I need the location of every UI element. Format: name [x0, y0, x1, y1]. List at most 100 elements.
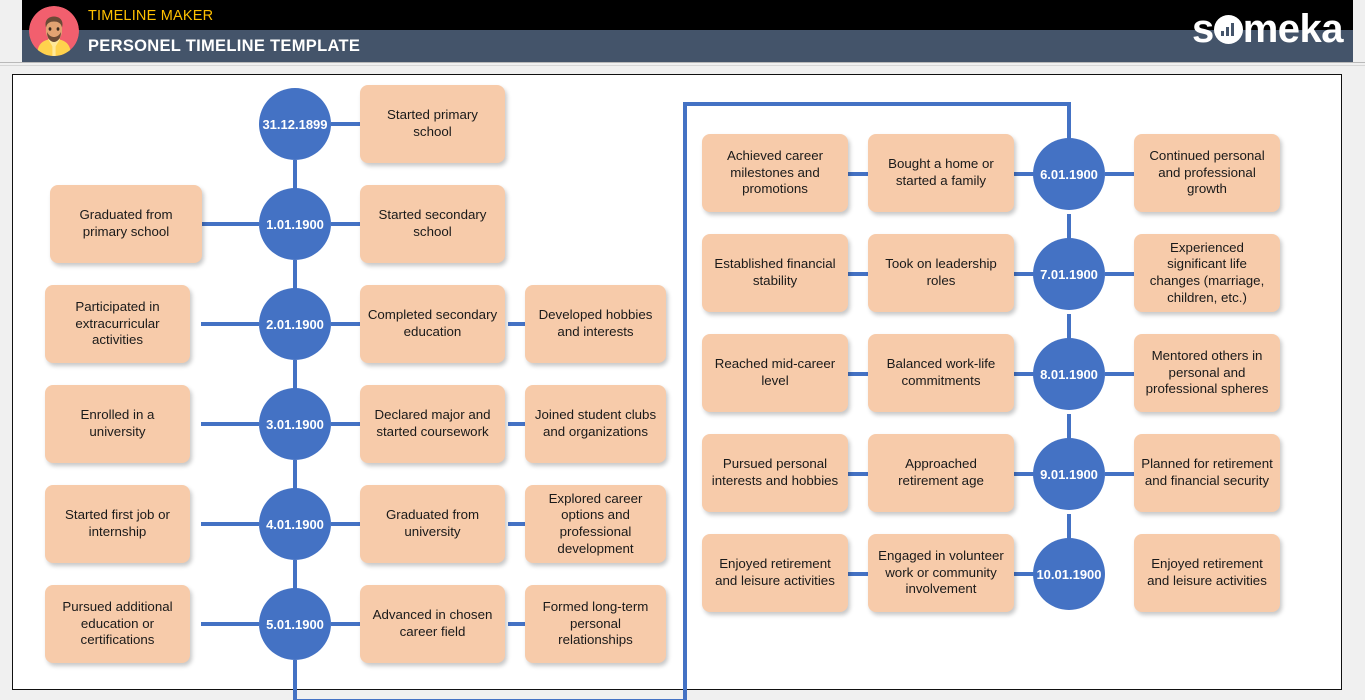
app-header: TIMELINE MAKER PERSONEL TIMELINE TEMPLAT… [0, 0, 1365, 62]
right-row-4-right-box[interactable]: Planned for retirement and financial sec… [1134, 434, 1280, 512]
timeline-node-1[interactable]: 31.12.1899 [259, 88, 331, 160]
brand-text-pre: s [1191, 7, 1214, 51]
brand-text-post: meka [1242, 7, 1344, 51]
right-row-3-left-box-2-text: Balanced work-life commitments [886, 356, 996, 388]
page-title: PERSONEL TIMELINE TEMPLATE [88, 37, 361, 55]
timeline-node-5[interactable]: 4.01.1900 [259, 488, 331, 560]
right-row-1-right-box-text: Continued personal and professional grow… [1149, 147, 1265, 197]
timeline-node-2-label: 1.01.1900 [266, 216, 324, 232]
left-row-2-right-box-1[interactable]: Started secondary school [360, 185, 505, 263]
right-row-1-left-box-2[interactable]: Bought a home or started a family [868, 134, 1014, 212]
right-row-2-right-box[interactable]: Experienced significant life changes (ma… [1134, 234, 1280, 312]
left-row-1-right-box-1-text: Started primary school [387, 107, 478, 139]
left-row-4-left-box-text: Enrolled in a university [80, 407, 155, 439]
left-row-2-right-box-1-text: Started secondary school [378, 207, 487, 239]
brand-chart-icon [1213, 14, 1243, 44]
right-row-3-left-box-2[interactable]: Balanced work-life commitments [868, 334, 1014, 412]
timeline-node-4[interactable]: 3.01.1900 [259, 388, 331, 460]
right-row-3-right-box-text: Mentored others in personal and professi… [1145, 347, 1269, 397]
bridge-vert-to-node6 [1067, 102, 1071, 142]
header-left-gap-bottom [0, 30, 22, 62]
timeline-node-1-label: 31.12.1899 [262, 116, 328, 132]
right-row-3-right-box[interactable]: Mentored others in personal and professi… [1134, 334, 1280, 412]
right-row-4-left-box-1[interactable]: Pursued personal interests and hobbies [702, 434, 848, 512]
left-row-1-right-box-1[interactable]: Started primary school [360, 85, 505, 163]
left-row-6-right-box-2[interactable]: Formed long-term personal relationships [525, 585, 666, 663]
timeline-node-6-label: 5.01.1900 [266, 616, 324, 632]
left-row-3-right-box-1-text: Completed secondary education [367, 307, 498, 339]
left-link-r6-left [201, 622, 259, 626]
timeline-node-11-label: 10.01.1900 [1036, 566, 1102, 582]
timeline-node-7-label: 6.01.1900 [1040, 166, 1098, 182]
left-row-6-right-box-1[interactable]: Advanced in chosen career field [360, 585, 505, 663]
right-row-1-left-box-1[interactable]: Achieved career milestones and promotion… [702, 134, 848, 212]
left-row-5-right-box-2[interactable]: Explored career options and professional… [525, 485, 666, 563]
right-link-r2-b [1012, 272, 1034, 276]
left-row-3-left-box-text: Participated in extracurricular activiti… [75, 298, 160, 348]
timeline-node-4-label: 3.01.1900 [266, 416, 324, 432]
timeline-node-7[interactable]: 6.01.1900 [1033, 138, 1105, 210]
header-kicker: TIMELINE MAKER [88, 8, 214, 24]
timeline-node-9-label: 8.01.1900 [1040, 366, 1098, 382]
right-row-5-right-box[interactable]: Enjoyed retirement and leisure activitie… [1134, 534, 1280, 612]
left-row-5-left-box[interactable]: Started first job or internship [45, 485, 190, 563]
right-row-5-left-box-2[interactable]: Engaged in volunteer work or community i… [868, 534, 1014, 612]
right-row-2-left-box-2[interactable]: Took on leadership roles [868, 234, 1014, 312]
right-row-1-left-box-2-text: Bought a home or started a family [888, 156, 994, 188]
left-row-5-right-box-1[interactable]: Graduated from university [360, 485, 505, 563]
user-avatar-icon [29, 6, 79, 56]
bridge-vert-left [293, 660, 297, 700]
left-row-3-left-box[interactable]: Participated in extracurricular activiti… [45, 285, 190, 363]
left-row-3-right-box-2[interactable]: Developed hobbies and interests [525, 285, 666, 363]
timeline-node-3-label: 2.01.1900 [266, 316, 324, 332]
left-row-2-left-box-text: Graduated from primary school [79, 207, 173, 239]
left-row-5-left-box-text: Started first job or internship [65, 507, 170, 539]
right-link-r3-b [1012, 372, 1034, 376]
timeline-node-6[interactable]: 5.01.1900 [259, 588, 331, 660]
timeline-canvas: 31.12.1899 Started primary school 1.01.1… [12, 74, 1342, 700]
right-row-3-left-box-1-text: Reached mid-career level [714, 356, 836, 388]
right-link-r4-c [1105, 472, 1135, 476]
right-link-r2-a [846, 272, 870, 276]
right-link-r3-a [846, 372, 870, 376]
left-row-4-right-box-2[interactable]: Joined student clubs and organizations [525, 385, 666, 463]
right-row-2-left-box-1-text: Established financial stability [714, 256, 836, 288]
right-row-2-left-box-1[interactable]: Established financial stability [702, 234, 848, 312]
left-row-3-right-box-2-text: Developed hobbies and interests [538, 307, 653, 339]
timeline-node-9[interactable]: 8.01.1900 [1033, 338, 1105, 410]
right-link-r5-a [846, 572, 870, 576]
right-row-2-right-box-text: Experienced significant life changes (ma… [1149, 239, 1265, 305]
right-link-r3-c [1105, 372, 1135, 376]
left-row-6-left-box-text: Pursued additional education or certific… [62, 598, 173, 648]
right-row-4-left-box-1-text: Pursued personal interests and hobbies [711, 456, 839, 488]
right-row-5-left-box-1[interactable]: Enjoyed retirement and leisure activitie… [702, 534, 848, 612]
right-row-1-right-box[interactable]: Continued personal and professional grow… [1134, 134, 1280, 212]
right-row-5-right-box-text: Enjoyed retirement and leisure activitie… [1147, 556, 1267, 588]
right-row-2-left-box-2-text: Took on leadership roles [885, 256, 997, 288]
header-divider [0, 62, 1365, 66]
bridge-vert-right [683, 102, 687, 700]
left-row-3-right-box-1[interactable]: Completed secondary education [360, 285, 505, 363]
left-row-4-right-box-1-text: Declared major and started coursework [374, 407, 491, 439]
right-row-4-left-box-2[interactable]: Approached retirement age [868, 434, 1014, 512]
right-row-1-left-box-1-text: Achieved career milestones and promotion… [726, 147, 824, 197]
left-link-r4-left [201, 422, 259, 426]
timeline-node-2[interactable]: 1.01.1900 [259, 188, 331, 260]
left-row-4-left-box[interactable]: Enrolled in a university [45, 385, 190, 463]
header-left-gap-top [0, 0, 22, 30]
timeline-node-10-label: 9.01.1900 [1040, 466, 1098, 482]
timeline-node-11[interactable]: 10.01.1900 [1033, 538, 1105, 610]
left-row-4-right-box-1[interactable]: Declared major and started coursework [360, 385, 505, 463]
left-row-2-left-box[interactable]: Graduated from primary school [50, 185, 202, 263]
right-row-4-right-box-text: Planned for retirement and financial sec… [1141, 456, 1273, 488]
timeline-node-3[interactable]: 2.01.1900 [259, 288, 331, 360]
right-link-r4-a [846, 472, 870, 476]
right-row-4-left-box-2-text: Approached retirement age [898, 456, 984, 488]
timeline-node-8[interactable]: 7.01.1900 [1033, 238, 1105, 310]
timeline-node-5-label: 4.01.1900 [266, 516, 324, 532]
right-row-3-left-box-1[interactable]: Reached mid-career level [702, 334, 848, 412]
timeline-node-10[interactable]: 9.01.1900 [1033, 438, 1105, 510]
left-link-r2-left [201, 222, 259, 226]
bridge-horiz-top [683, 102, 1071, 106]
left-row-6-left-box[interactable]: Pursued additional education or certific… [45, 585, 190, 663]
